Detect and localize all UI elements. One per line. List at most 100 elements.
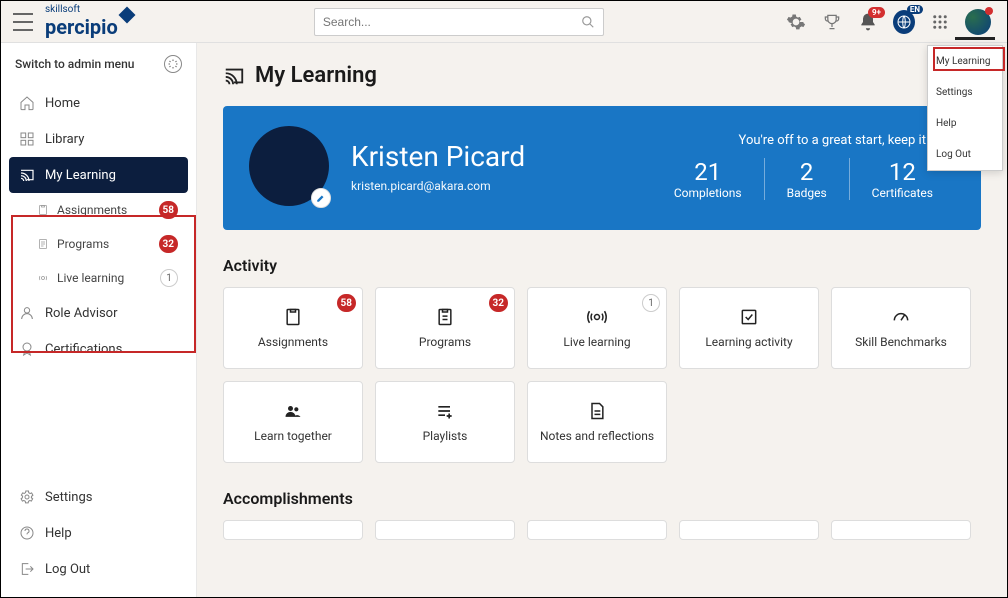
search-input[interactable] xyxy=(323,15,581,29)
people-icon xyxy=(283,401,303,421)
nav-logout-label: Log Out xyxy=(45,562,90,577)
dropdown-settings[interactable]: Settings xyxy=(928,77,1002,108)
playlist-icon xyxy=(435,401,455,421)
user-avatar[interactable] xyxy=(965,9,991,35)
certs-label: Certificates xyxy=(872,186,933,200)
card-playlists[interactable]: Playlists xyxy=(375,381,515,463)
nav-settings[interactable]: Settings xyxy=(9,479,188,515)
nav-programs[interactable]: Programs 32 xyxy=(27,227,188,261)
nav-logout[interactable]: Log Out xyxy=(9,551,188,587)
trophy-icon[interactable] xyxy=(821,11,843,33)
clipboard-icon xyxy=(283,307,303,327)
card-programs[interactable]: 32 Programs xyxy=(375,287,515,369)
assignments-badge: 58 xyxy=(159,201,178,219)
nav-assignments[interactable]: Assignments 58 xyxy=(27,193,188,227)
card-skill-benchmarks[interactable]: Skill Benchmarks xyxy=(831,287,971,369)
language-label: EN xyxy=(907,5,923,14)
nav-assignments-label: Assignments xyxy=(57,203,127,217)
cast-icon xyxy=(19,167,35,183)
accomplishment-card-placeholder[interactable] xyxy=(223,520,363,540)
sidebar: Switch to admin menu Home Library My Lea… xyxy=(1,43,197,597)
nav-home-label: Home xyxy=(45,96,80,111)
nav-certifications-label: Certifications xyxy=(45,342,122,357)
card-assignments-badge: 58 xyxy=(337,294,356,312)
document-icon xyxy=(435,307,455,327)
checklist-icon xyxy=(739,307,759,327)
sidebar-bottom: Settings Help Log Out xyxy=(1,478,196,597)
apps-grid-icon[interactable] xyxy=(929,11,951,33)
accomplishment-card-placeholder[interactable] xyxy=(375,520,515,540)
notifications-icon[interactable]: 9+ xyxy=(857,11,879,33)
card-notes[interactable]: Notes and reflections xyxy=(527,381,667,463)
admin-toggle-icon xyxy=(164,55,182,73)
nav-my-learning-label: My Learning xyxy=(45,168,116,183)
card-live-badge: 1 xyxy=(642,294,660,312)
certifications-icon xyxy=(19,341,35,357)
nav-programs-label: Programs xyxy=(57,237,109,251)
search-icon[interactable] xyxy=(581,15,595,29)
live-badge: 1 xyxy=(160,269,178,287)
accomplishment-card-placeholder[interactable] xyxy=(527,520,667,540)
nav-settings-label: Settings xyxy=(45,490,92,505)
notifications-badge: 9+ xyxy=(868,7,885,18)
profile-hero: Kristen Picard kristen.picard@akara.com … xyxy=(223,106,981,230)
admin-toggle-label: Switch to admin menu xyxy=(15,57,134,71)
nav-help[interactable]: Help xyxy=(9,515,188,551)
nav-help-label: Help xyxy=(45,526,72,541)
dropdown-logout[interactable]: Log Out xyxy=(928,139,1002,170)
page-title: My Learning xyxy=(255,63,377,88)
sidebar-nav: Home Library My Learning Assignments 58 … xyxy=(1,85,196,367)
card-assignments-label: Assignments xyxy=(258,335,328,349)
nav-live-learning[interactable]: Live learning 1 xyxy=(27,261,188,295)
accomplishments-grid xyxy=(223,520,981,540)
card-notes-label: Notes and reflections xyxy=(540,429,654,443)
card-live-learning[interactable]: 1 Live learning xyxy=(527,287,667,369)
stat-badges[interactable]: 2 Badges xyxy=(764,158,849,200)
edit-avatar-icon[interactable] xyxy=(311,188,331,208)
page-title-row: My Learning xyxy=(223,63,981,88)
card-learn-together[interactable]: Learn together xyxy=(223,381,363,463)
completions-number: 21 xyxy=(674,158,742,186)
search-box[interactable] xyxy=(314,8,604,36)
card-assignments[interactable]: 58 Assignments xyxy=(223,287,363,369)
avatar-status-dot xyxy=(985,7,993,15)
profile-info: Kristen Picard kristen.picard@akara.com xyxy=(351,140,630,193)
completions-label: Completions xyxy=(674,186,742,200)
avatar-underline xyxy=(955,37,995,40)
activity-grid: 58 Assignments 32 Programs 1 Live learni… xyxy=(223,287,981,463)
logout-icon xyxy=(19,561,35,577)
profile-email: kristen.picard@akara.com xyxy=(351,179,630,193)
nav-role-advisor-label: Role Advisor xyxy=(45,306,118,321)
nav-library[interactable]: Library xyxy=(9,121,188,157)
accomplishment-card-placeholder[interactable] xyxy=(679,520,819,540)
card-activity-label: Learning activity xyxy=(705,335,792,349)
nav-certifications[interactable]: Certifications xyxy=(9,331,188,367)
card-learning-activity[interactable]: Learning activity xyxy=(679,287,819,369)
certs-number: 12 xyxy=(872,158,933,186)
card-benchmarks-label: Skill Benchmarks xyxy=(855,335,947,349)
admin-toggle[interactable]: Switch to admin menu xyxy=(1,43,196,85)
dropdown-my-learning[interactable]: My Learning xyxy=(928,46,1002,77)
user-dropdown: My Learning Settings Help Log Out xyxy=(927,45,1003,171)
top-header: skillsoft percipio 9+ xyxy=(1,1,1007,43)
dropdown-help[interactable]: Help xyxy=(928,108,1002,139)
stat-completions[interactable]: 21 Completions xyxy=(652,158,764,200)
profile-avatar[interactable] xyxy=(249,126,329,206)
hamburger-menu-icon[interactable] xyxy=(13,13,33,31)
profile-stats: You're off to a great start, keep it up!… xyxy=(652,133,955,200)
broadcast-icon xyxy=(587,307,607,327)
badges-label: Badges xyxy=(787,186,827,200)
nav-sub-items: Assignments 58 Programs 32 Live learning… xyxy=(9,193,188,295)
settings-icon xyxy=(19,489,35,505)
nav-home[interactable]: Home xyxy=(9,85,188,121)
nav-role-advisor[interactable]: Role Advisor xyxy=(9,295,188,331)
nav-my-learning[interactable]: My Learning xyxy=(9,157,188,193)
settings-gear-icon[interactable] xyxy=(785,11,807,33)
programs-icon xyxy=(37,238,49,250)
brand-main: percipio xyxy=(45,15,118,39)
language-icon[interactable]: EN xyxy=(893,11,915,33)
library-icon xyxy=(19,131,35,147)
nav-library-label: Library xyxy=(45,132,84,147)
brand-logo[interactable]: skillsoft percipio xyxy=(45,4,133,39)
accomplishment-card-placeholder[interactable] xyxy=(831,520,971,540)
